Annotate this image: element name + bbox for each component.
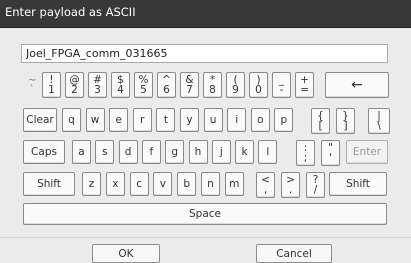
key-e[interactable]: e [109, 108, 129, 132]
key-2-label: 2 [71, 84, 78, 96]
key-b[interactable]: b [177, 172, 197, 196]
key-left-bracket[interactable]: {[ [311, 108, 330, 134]
key-w[interactable]: w [85, 108, 105, 132]
key-quote[interactable]: " ' [321, 140, 340, 166]
title-bar: Enter payload as ASCII [0, 0, 411, 28]
key-p[interactable]: p [274, 108, 294, 132]
ok-button[interactable]: OK [92, 244, 160, 263]
shift-right-key[interactable]: Shift [329, 172, 387, 196]
key-5[interactable]: % 5 [134, 72, 153, 98]
key-tilde-label: ` [29, 84, 35, 96]
key-a[interactable]: a [72, 140, 91, 164]
key-k[interactable]: k [235, 140, 255, 164]
key-7-label: 7 [186, 84, 193, 96]
key-period[interactable]: >. [281, 172, 300, 198]
key-z[interactable]: z [82, 172, 101, 196]
key-g[interactable]: g [165, 140, 185, 164]
key-d[interactable]: d [118, 140, 138, 164]
key-u[interactable]: u [203, 108, 223, 132]
key-1-label: 1 [48, 84, 55, 96]
key-c[interactable]: c [129, 172, 149, 196]
key-6[interactable]: ^ 6 [157, 72, 176, 98]
key-x[interactable]: x [105, 172, 125, 196]
key-m[interactable]: m [224, 172, 244, 196]
key-minus-label: - [279, 84, 284, 96]
key-0[interactable]: ) 0 [249, 72, 268, 98]
key-8-label: 8 [209, 84, 216, 96]
key-minus[interactable]: _ - [272, 72, 291, 98]
key-tilde[interactable]: ~ ` [24, 72, 40, 98]
key-semicolon[interactable]: :; [296, 140, 315, 166]
key-slash[interactable]: ? / [306, 172, 325, 198]
key-q[interactable]: q [62, 108, 81, 132]
clear-key[interactable]: Clear [23, 108, 57, 132]
key-y[interactable]: y [180, 108, 199, 132]
key-backslash[interactable]: | \ [368, 108, 390, 134]
key-i[interactable]: i [227, 108, 247, 132]
key-8[interactable]: * 8 [203, 72, 222, 98]
key-7[interactable]: & 7 [180, 72, 199, 98]
key-f[interactable]: f [141, 140, 161, 164]
shift-left-key[interactable]: Shift [23, 172, 75, 196]
caps-lock-key[interactable]: Caps [23, 140, 65, 164]
key-period-label: . [288, 184, 293, 196]
key-n[interactable]: n [201, 172, 220, 196]
key-3[interactable]: #3 [88, 72, 107, 98]
key-6-label: 6 [163, 84, 170, 96]
key-2[interactable]: @2 [65, 72, 84, 98]
enter-key[interactable]: Enter [346, 140, 388, 164]
key-left-bracket-label: [ [318, 120, 323, 132]
ascii-input-dialog: Enter payload as ASCII ~`!1@2#3$4%5^6&7*… [0, 0, 411, 263]
key-3-label: 3 [94, 84, 101, 96]
key-1[interactable]: ! 1 [42, 72, 61, 98]
dialog-title: Enter payload as ASCII [5, 5, 136, 19]
key-4[interactable]: $4 [111, 72, 130, 98]
space-key[interactable]: Space [23, 203, 387, 225]
key-right-bracket-label: ] [343, 120, 348, 132]
dialog-divider [0, 237, 411, 238]
key-equals-label: = [300, 84, 309, 96]
key-slash-label: / [313, 184, 318, 196]
key-r[interactable]: r [132, 108, 152, 132]
key-4-label: 4 [117, 84, 124, 96]
key-semicolon-label: ; [303, 152, 308, 164]
key-backslash-label: \ [377, 120, 381, 132]
key-h[interactable]: h [188, 140, 208, 164]
key-s[interactable]: s [95, 140, 115, 164]
key-comma[interactable]: <, [256, 172, 275, 198]
key-0-label: 0 [255, 84, 262, 96]
key-5-label: 5 [140, 84, 147, 96]
key-o[interactable]: o [250, 108, 270, 132]
key-9[interactable]: (9 [226, 72, 245, 98]
key-j[interactable]: j [211, 140, 231, 164]
key-quote-label: ' [329, 152, 332, 164]
key-comma-label: , [263, 184, 268, 196]
key-9-label: 9 [232, 84, 239, 96]
key-equals[interactable]: + = [295, 72, 314, 98]
backspace-key[interactable]: ← [325, 72, 389, 98]
payload-text-input[interactable] [21, 44, 388, 63]
key-v[interactable]: v [153, 172, 173, 196]
key-t[interactable]: t [156, 108, 176, 132]
key-right-bracket[interactable]: }] [336, 108, 355, 134]
key-l[interactable]: l [258, 140, 278, 164]
cancel-button[interactable]: Cancel [256, 244, 332, 263]
